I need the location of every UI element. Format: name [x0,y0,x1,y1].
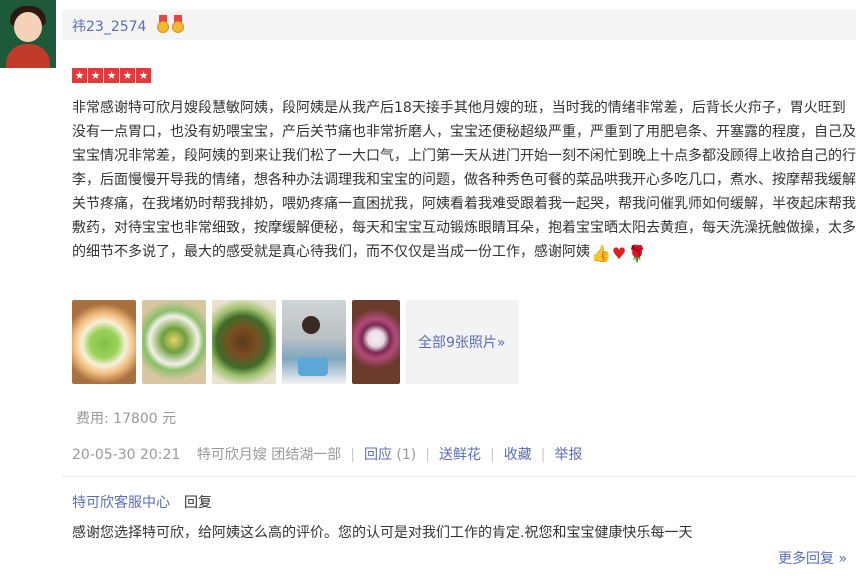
more-replies-link[interactable]: 更多回复 » [778,548,847,568]
user-bar: 祎23_2574 [62,10,856,40]
medal-icon[interactable] [171,15,185,33]
photo-thumbnail[interactable] [142,300,206,384]
reply-link[interactable]: 回应 [364,447,392,463]
avatar-body [6,44,50,68]
reply-text: 感谢您选择特可欣，给阿姨这么高的评价。您的认可是对我们工作的肯定.祝您和宝宝健康… [72,525,693,541]
star-icon: ★ [120,68,135,83]
divider: | [540,447,546,463]
service-name: 特可欣月嫂 团结湖一部 [196,447,342,463]
review-meta: 20-05-30 20:21 特可欣月嫂 团结湖一部 | 回应 (1) | 送鲜花 | 收藏… [72,444,582,464]
heart-icon: ♥ [611,244,627,263]
reply-divider [62,476,856,477]
star-icon: ★ [104,68,119,83]
divider: | [425,447,430,463]
reply-author-link[interactable]: 特可欣客服中心 [72,495,170,511]
star-icon: ★ [88,68,103,83]
report-link[interactable]: 举报 [554,447,582,463]
star-rating: ★ ★ ★ ★ ★ [72,64,152,83]
reply-action: 回复 [184,495,212,511]
send-flower-link[interactable]: 送鲜花 [439,447,481,463]
reply-header: 特可欣客服中心 回复 [72,492,212,512]
all-photos-label: 全部9张照片» [418,335,506,351]
all-photos-button[interactable]: 全部9张照片» [406,300,519,384]
review-body: 非常感谢特可欣月嫂段慧敏阿姨，段阿姨是从我产后18天接手其他月嫂的班，当时我的情… [72,100,856,260]
photo-thumbnail[interactable] [282,300,346,384]
rose-icon: 🌹 [627,244,648,263]
review-text: 非常感谢特可欣月嫂段慧敏阿姨，段阿姨是从我产后18天接手其他月嫂的班，当时我的情… [72,96,856,264]
cost-text: 费用: 17800 元 [76,411,177,427]
avatar-face [14,12,42,42]
star-icon: ★ [72,68,87,83]
photo-thumbnail[interactable] [212,300,276,384]
divider: | [489,447,495,463]
photo-thumbnail[interactable] [72,300,136,384]
medal-list [156,15,186,37]
username-link[interactable]: 祎23_2574 [72,16,146,36]
favorite-link[interactable]: 收藏 [504,447,532,463]
star-icon: ★ [136,68,151,83]
medal-icon[interactable] [156,15,170,33]
photo-thumbnail[interactable] [352,300,400,384]
thumbs-up-icon: 👍 [591,244,611,263]
review-date: 20-05-30 20:21 [72,447,181,463]
reply-count: (1) [396,447,417,463]
avatar[interactable] [0,0,56,68]
divider: | [350,447,355,463]
